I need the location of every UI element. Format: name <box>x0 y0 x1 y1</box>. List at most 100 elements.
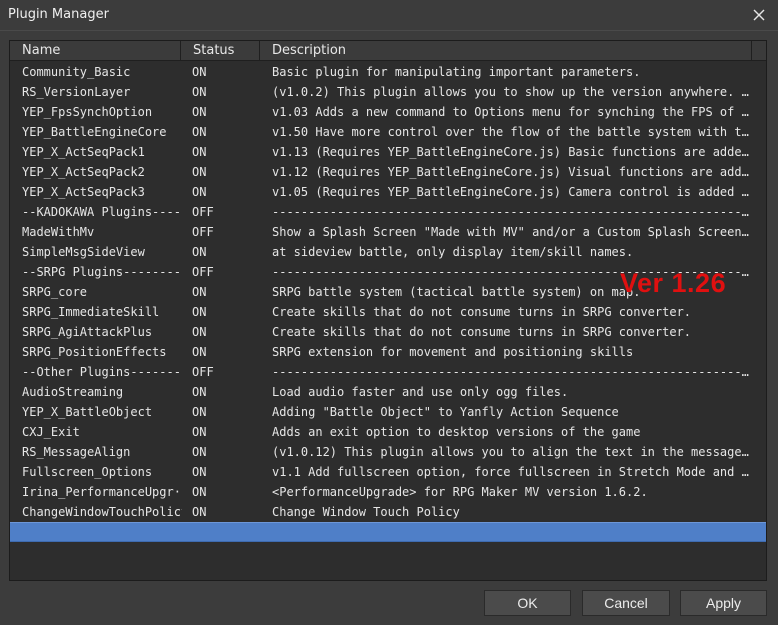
plugin-status-cell: ON <box>192 245 207 259</box>
table-row[interactable]: YEP_X_ActSeqPack1 ON v1.13 (Requires YEP_B… <box>10 142 766 162</box>
plugin-name-cell: RS_MessageAlign <box>22 445 131 459</box>
plugin-description-cell: Show a Splash Screen "Made with MV" and/… <box>272 225 750 239</box>
plugin-name-cell: YEP_X_ActSeqPack2 <box>22 165 145 179</box>
column-header-status[interactable]: Status <box>181 41 260 61</box>
table-row[interactable]: YEP_BattleEngineCore ON v1.50 Have more co… <box>10 122 766 142</box>
column-header-name[interactable]: Name <box>10 41 181 61</box>
plugin-status-cell: ON <box>192 165 207 179</box>
plugin-description-cell: <PerformanceUpgrade> for RPG Maker MV ve… <box>272 485 648 499</box>
plugin-name-cell: CXJ_Exit <box>22 425 80 439</box>
table-row[interactable]: AudioStreaming ON Load audio faster and us… <box>10 382 766 402</box>
plugin-name-cell: SRPG_core <box>22 285 88 299</box>
plugin-description-cell: Create skills that do not consume turns … <box>272 305 692 319</box>
table-row[interactable]: SRPG_AgiAttackPlus ON Create skills that d… <box>10 322 766 342</box>
plugin-description-cell: at sideview battle, only display item/sk… <box>272 245 634 259</box>
plugin-description-cell: Load audio faster and use only ogg files… <box>272 385 569 399</box>
plugin-description-cell: Change Window Touch Policy <box>272 505 460 519</box>
plugin-description-cell: v1.03 Adds a new command to Options menu… <box>272 105 750 119</box>
table-row[interactable]: YEP_X_BattleObject ON Adding "Battle Objec… <box>10 402 766 422</box>
plugin-description-cell: (v1.0.2) This plugin allows you to show … <box>272 85 750 99</box>
table-row[interactable]: Irina_PerformanceUpgr··· ON <PerformanceUp… <box>10 482 766 502</box>
table-row[interactable]: MadeWithMv OFF Show a Splash Screen "Made … <box>10 222 766 242</box>
plugin-description-cell: ----------------------------------------… <box>272 205 750 219</box>
plugin-name-cell: --KADOKAWA Plugins----- <box>22 205 182 219</box>
plugin-status-cell: ON <box>192 405 207 419</box>
plugin-status-cell: ON <box>192 345 207 359</box>
table-row[interactable]: CXJ_Exit ON Adds an exit option to desktop… <box>10 422 766 442</box>
version-overlay-text: Ver 1.26 <box>620 268 727 298</box>
cancel-button[interactable]: Cancel <box>582 590 670 616</box>
plugin-name-cell: YEP_BattleEngineCore <box>22 125 167 139</box>
column-header-description[interactable]: Description <box>260 41 752 61</box>
plugin-status-cell: ON <box>192 465 207 479</box>
plugin-name-cell: Community_Basic <box>22 65 131 79</box>
plugin-name-cell: YEP_X_BattleObject <box>22 405 153 419</box>
table-row[interactable]: YEP_X_ActSeqPack2 ON v1.12 (Requires YEP_B… <box>10 162 766 182</box>
plugin-description-cell: v1.12 (Requires YEP_BattleEngineCore.js)… <box>272 165 750 179</box>
plugin-description-cell <box>272 523 750 543</box>
table-row[interactable]: --Other Plugins-------- OFF --------------… <box>10 362 766 382</box>
plugin-status-cell: ON <box>192 425 207 439</box>
plugin-description-cell: Basic plugin for manipulating important … <box>272 65 641 79</box>
plugin-name-cell: Fullscreen_Options <box>22 465 153 479</box>
table-row[interactable]: Fullscreen_Options ON v1.1 Add fullscreen … <box>10 462 766 482</box>
plugin-name-cell: --Other Plugins-------- <box>22 365 182 379</box>
column-header-filler <box>752 41 766 61</box>
plugin-description-cell: v1.1 Add fullscreen option, force fullsc… <box>272 465 750 479</box>
table-row[interactable]: SRPG_ImmediateSkill ON Create skills that … <box>10 302 766 322</box>
plugin-description-cell: SRPG extension for movement and position… <box>272 345 634 359</box>
plugin-status-cell: ON <box>192 445 207 459</box>
table-row[interactable]: SimpleMsgSideView ON at sideview battle, o… <box>10 242 766 262</box>
ok-button[interactable]: OK <box>484 590 571 616</box>
table-row[interactable] <box>10 522 766 543</box>
plugin-description-cell: Create skills that do not consume turns … <box>272 325 692 339</box>
title-bar: Plugin Manager <box>0 0 778 31</box>
table-row[interactable]: Community_Basic ON Basic plugin for manipu… <box>10 62 766 82</box>
plugin-description-cell: v1.13 (Requires YEP_BattleEngineCore.js)… <box>272 145 750 159</box>
plugin-status-cell: ON <box>192 305 207 319</box>
plugin-name-cell: SimpleMsgSideView <box>22 245 145 259</box>
table-header: Name Status Description <box>10 41 766 61</box>
plugin-name-cell: RS_VersionLayer <box>22 85 131 99</box>
table-row[interactable]: ChangeWindowTouchPolicy ON Change Window T… <box>10 502 766 522</box>
plugin-status-cell: OFF <box>192 365 214 379</box>
plugin-status-cell: OFF <box>192 265 214 279</box>
plugin-name-cell: YEP_X_ActSeqPack3 <box>22 185 145 199</box>
plugin-status-cell: ON <box>192 485 207 499</box>
plugin-description-cell: Adding "Battle Object" to Yanfly Action … <box>272 405 619 419</box>
plugin-description-cell: ----------------------------------------… <box>272 365 750 379</box>
plugin-name-cell: SRPG_PositionEffects <box>22 345 167 359</box>
close-icon[interactable] <box>746 3 772 27</box>
plugin-status-cell <box>192 523 252 543</box>
table-row[interactable]: RS_VersionLayer ON (v1.0.2) This plugin al… <box>10 82 766 102</box>
plugin-status-cell: ON <box>192 385 207 399</box>
plugin-description-cell: v1.05 (Requires YEP_BattleEngineCore.js)… <box>272 185 750 199</box>
plugin-status-cell: ON <box>192 505 207 519</box>
plugin-name-cell: MadeWithMv <box>22 225 95 239</box>
table-row[interactable]: YEP_FpsSynchOption ON v1.03 Adds a new com… <box>10 102 766 122</box>
plugin-name-cell: Irina_PerformanceUpgr··· <box>22 485 182 499</box>
plugin-name-cell: YEP_X_ActSeqPack1 <box>22 145 145 159</box>
table-row[interactable]: --KADOKAWA Plugins----- OFF --------------… <box>10 202 766 222</box>
plugin-status-cell: ON <box>192 125 207 139</box>
plugin-description-cell: v1.50 Have more control over the flow of… <box>272 125 750 139</box>
plugin-status-cell: ON <box>192 145 207 159</box>
plugin-name-cell: ChangeWindowTouchPolicy <box>22 505 182 519</box>
table-body: Community_Basic ON Basic plugin for manipu… <box>10 62 766 543</box>
plugin-name-cell <box>22 523 182 543</box>
plugin-description-cell: Adds an exit option to desktop versions … <box>272 425 641 439</box>
plugin-name-cell: SRPG_ImmediateSkill <box>22 305 160 319</box>
apply-button[interactable]: Apply <box>680 590 767 616</box>
table-row[interactable]: YEP_X_ActSeqPack3 ON v1.05 (Requires YEP_B… <box>10 182 766 202</box>
plugin-status-cell: ON <box>192 85 207 99</box>
plugin-status-cell: OFF <box>192 225 214 239</box>
plugin-name-cell: AudioStreaming <box>22 385 124 399</box>
plugin-status-cell: ON <box>192 105 207 119</box>
plugin-status-cell: ON <box>192 185 207 199</box>
plugin-status-cell: ON <box>192 65 207 79</box>
plugin-list[interactable]: Name Status Description Community_Basic O… <box>9 40 767 581</box>
plugin-name-cell: YEP_FpsSynchOption <box>22 105 153 119</box>
table-row[interactable]: RS_MessageAlign ON (v1.0.12) This plugin a… <box>10 442 766 462</box>
table-row[interactable]: SRPG_PositionEffects ON SRPG extension for… <box>10 342 766 362</box>
plugin-name-cell: --SRPG Plugins-------- <box>22 265 181 279</box>
